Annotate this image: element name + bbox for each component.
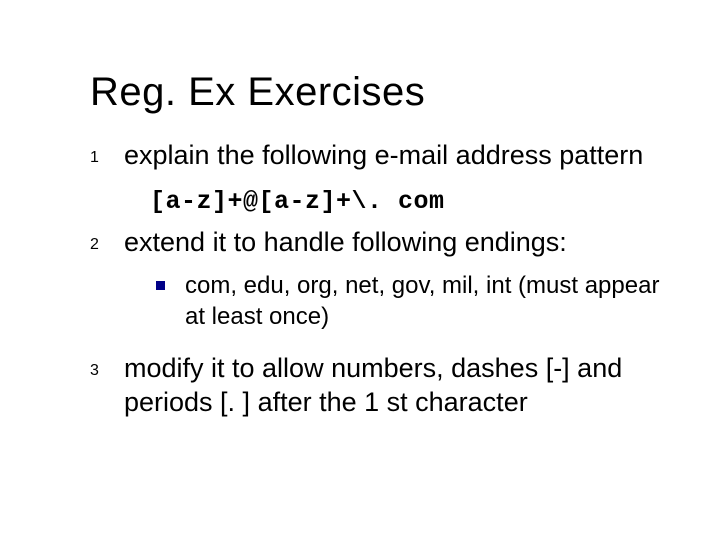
list-item: 1 explain the following e-mail address p… (90, 139, 660, 173)
item-text: modify it to allow numbers, dashes [-] a… (124, 352, 660, 420)
slide-title: Reg. Ex Exercises (90, 70, 660, 115)
sub-list-item: com, edu, org, net, gov, mil, int (must … (156, 270, 660, 332)
slide: Reg. Ex Exercises 1 explain the followin… (0, 0, 720, 540)
regex-code: [a-z]+@[a-z]+\. com (150, 187, 660, 216)
square-bullet-icon (156, 281, 165, 290)
item-text: extend it to handle following endings: c… (124, 226, 660, 338)
sub-list: com, edu, org, net, gov, mil, int (must … (124, 270, 660, 332)
item-text: explain the following e-mail address pat… (124, 139, 660, 173)
ordered-list: 1 explain the following e-mail address p… (90, 139, 660, 419)
list-item: 3 modify it to allow numbers, dashes [-]… (90, 352, 660, 420)
item-text-inner: extend it to handle following endings: (124, 227, 567, 257)
item-number: 2 (90, 226, 124, 254)
item-number: 3 (90, 352, 124, 380)
sub-item-text: com, edu, org, net, gov, mil, int (must … (185, 270, 660, 332)
item-number: 1 (90, 139, 124, 167)
list-item: 2 extend it to handle following endings:… (90, 226, 660, 338)
